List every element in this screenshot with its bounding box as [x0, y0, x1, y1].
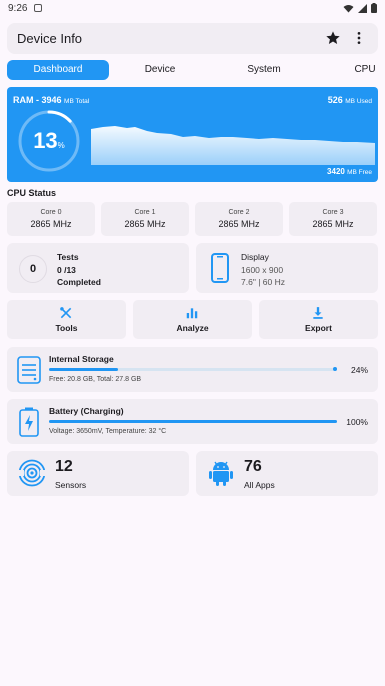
- sensors-icon: [18, 459, 46, 487]
- ram-used-unit: MB Used: [345, 98, 372, 105]
- ram-usage-graph: [91, 126, 375, 165]
- notification-icon: [34, 4, 42, 12]
- sensors-card[interactable]: 12 Sensors: [7, 451, 189, 496]
- tab-device[interactable]: Device: [130, 60, 190, 80]
- app-title: Device Info: [17, 31, 83, 46]
- tests-progress: 0 /13: [57, 264, 76, 275]
- ram-total-unit: MB Total: [64, 98, 90, 105]
- battery-percent: 100%: [346, 417, 368, 427]
- tests-status: Completed: [57, 277, 101, 287]
- wifi-icon: [343, 4, 354, 12]
- ram-free-unit: MB Free: [347, 169, 372, 176]
- ram-total: RAM - 3946: [13, 95, 62, 105]
- battery-detail: Voltage: 3650mV, Temperature: 32 °C: [49, 428, 167, 435]
- star-icon[interactable]: [325, 30, 341, 46]
- core-card[interactable]: Core 1 2865 MHz: [101, 202, 189, 236]
- phone-icon: [211, 253, 229, 283]
- bar-chart-icon: [186, 308, 198, 319]
- core-card[interactable]: Core 2 2865 MHz: [195, 202, 283, 236]
- tools-label: Tools: [55, 323, 78, 333]
- core-name: Core 1: [134, 209, 156, 216]
- analyze-button[interactable]: Analyze: [133, 300, 252, 339]
- core-name: Core 0: [40, 209, 62, 216]
- core-name: Core 3: [322, 209, 344, 216]
- tools-button[interactable]: Tools: [7, 300, 126, 339]
- tab-system[interactable]: System: [234, 60, 294, 80]
- tests-count: 0: [19, 255, 47, 283]
- more-vert-icon[interactable]: [351, 30, 367, 46]
- storage-progress-end: [333, 367, 337, 371]
- display-card[interactable]: Display 1600 x 900 7.6" | 60 Hz: [196, 243, 378, 293]
- ram-free-value: 3420: [327, 167, 345, 176]
- export-label: Export: [305, 323, 332, 333]
- ram-percent-value: 13: [33, 128, 58, 153]
- battery-charging-icon: [19, 407, 39, 437]
- status-bar: 9:26: [0, 0, 385, 18]
- display-spec: 7.6" | 60 Hz: [241, 277, 285, 287]
- ram-used: 526 MB Used: [328, 95, 372, 105]
- app-bar: Device Info: [7, 23, 378, 54]
- ram-percent: 13%: [17, 109, 81, 173]
- storage-progress: [49, 367, 337, 371]
- apps-count: 76: [244, 458, 262, 475]
- battery-card[interactable]: Battery (Charging) 100% Voltage: 3650mV,…: [7, 399, 378, 444]
- status-time: 9:26: [8, 3, 28, 14]
- core-freq: 2865 MHz: [218, 219, 260, 229]
- core-name: Core 2: [228, 209, 250, 216]
- core-card[interactable]: Core 3 2865 MHz: [289, 202, 377, 236]
- status-icons: [343, 3, 377, 13]
- export-button[interactable]: Export: [259, 300, 378, 339]
- tests-info: Tests 0 /13 Completed: [57, 251, 101, 289]
- cpu-status-title: CPU Status: [7, 188, 57, 198]
- core-freq: 2865 MHz: [312, 219, 354, 229]
- storage-card[interactable]: Internal Storage 24% Free: 20.8 GB, Tota…: [7, 347, 378, 392]
- ram-used-value: 526: [327, 95, 343, 105]
- storage-icon: [17, 356, 41, 384]
- ram-free: 3420 MB Free: [327, 167, 372, 176]
- download-icon: [313, 307, 323, 319]
- sensors-label: Sensors: [55, 480, 87, 490]
- battery-progress-fill: [49, 420, 337, 423]
- battery-title: Battery (Charging): [49, 406, 124, 416]
- ram-card[interactable]: RAM - 3946 MB Total 526 MB Used 13% 3420…: [7, 87, 378, 182]
- storage-detail: Free: 20.8 GB, Total: 27.8 GB: [49, 376, 142, 383]
- core-card[interactable]: Core 0 2865 MHz: [7, 202, 95, 236]
- display-title: Display: [241, 252, 269, 262]
- display-info: Display 1600 x 900 7.6" | 60 Hz: [241, 251, 285, 289]
- ram-percent-unit: %: [57, 140, 65, 150]
- apps-card[interactable]: 76 All Apps: [196, 451, 378, 496]
- tests-card[interactable]: 0 Tests 0 /13 Completed: [7, 243, 189, 293]
- apps-label: All Apps: [244, 480, 275, 490]
- tab-dashboard[interactable]: Dashboard: [7, 60, 109, 80]
- ram-title: RAM - 3946 MB Total: [13, 95, 89, 105]
- sensors-count: 12: [55, 458, 73, 475]
- signal-icon: [358, 3, 367, 13]
- core-freq: 2865 MHz: [124, 219, 166, 229]
- android-icon: [209, 461, 233, 486]
- storage-progress-fill: [49, 368, 119, 371]
- analyze-label: Analyze: [176, 323, 209, 333]
- storage-title: Internal Storage: [49, 354, 114, 364]
- storage-percent: 24%: [350, 365, 368, 375]
- tools-icon: [60, 307, 72, 319]
- tab-cpu[interactable]: CPU: [345, 60, 385, 80]
- tab-bar: Dashboard Device System CPU: [0, 60, 385, 82]
- tests-title: Tests: [57, 252, 79, 262]
- core-freq: 2865 MHz: [30, 219, 72, 229]
- battery-progress: [49, 420, 337, 423]
- battery-icon: [371, 3, 377, 13]
- display-resolution: 1600 x 900: [241, 264, 284, 275]
